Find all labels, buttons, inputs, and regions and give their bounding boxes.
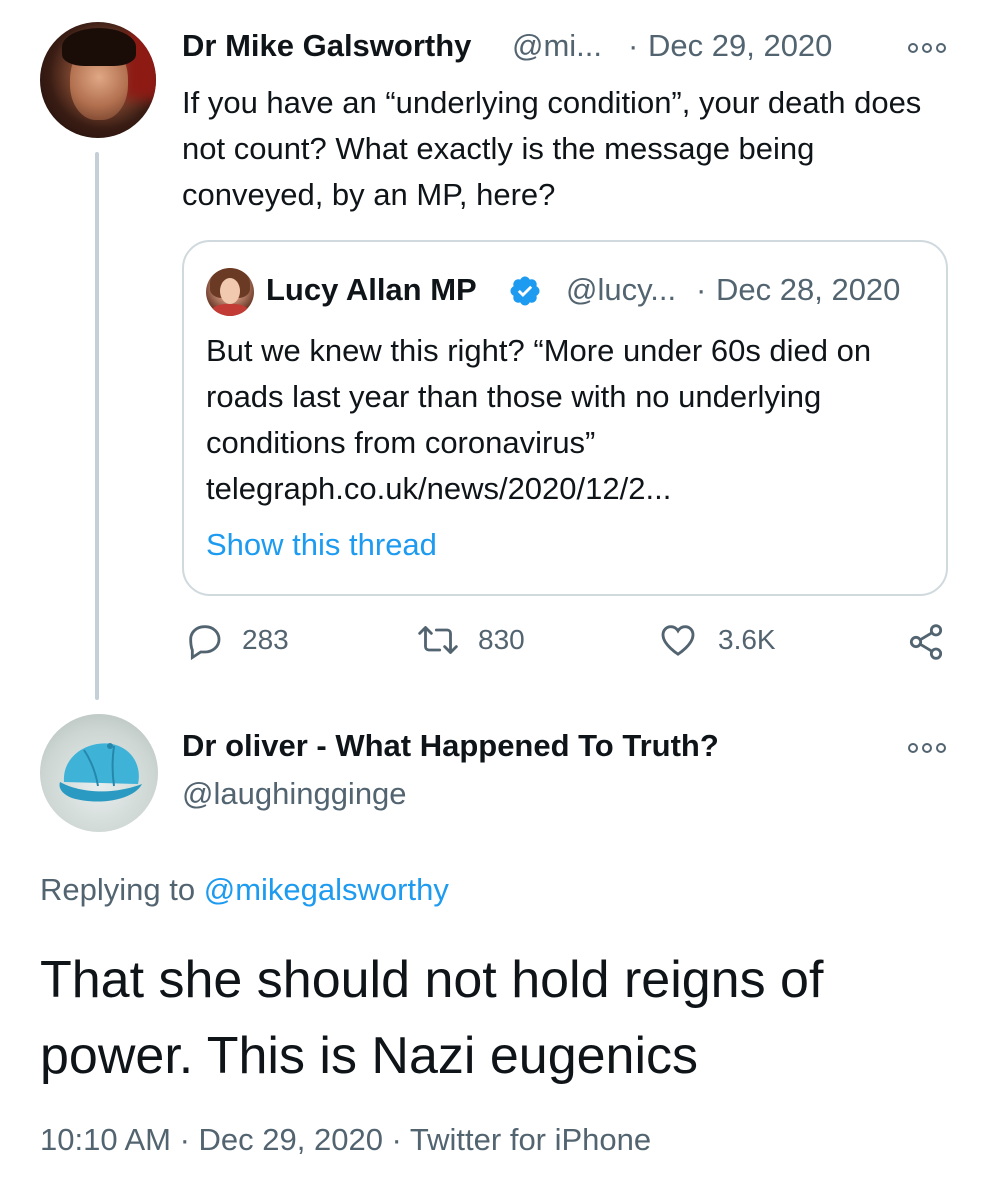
quoted-author-handle: @lucy...: [566, 272, 677, 307]
quoted-tweet-date: Dec 28, 2020: [716, 272, 901, 307]
share-button[interactable]: [906, 622, 946, 662]
like-button[interactable]: 3.6K: [656, 620, 776, 660]
reply-author-name[interactable]: Dr oliver - What Happened To Truth?: [182, 728, 719, 764]
replying-to-mention[interactable]: @mikegalsworthy: [204, 872, 449, 907]
avatar-mike-galsworthy[interactable]: [40, 22, 156, 138]
reply-count: 283: [242, 624, 289, 655]
like-count: 3.6K: [718, 624, 776, 655]
like-icon: [661, 625, 695, 656]
parent-tweet-date[interactable]: Dec 29, 2020: [648, 28, 832, 64]
separator-dot: ·: [628, 28, 639, 63]
reply-icon: [189, 625, 221, 660]
quoted-tweet-text: But we knew this right? “More under 60s …: [206, 333, 872, 506]
parent-author-name[interactable]: Dr Mike Galsworthy: [182, 28, 471, 64]
replying-to-label: Replying to: [40, 872, 196, 907]
verified-badge-icon: [510, 276, 540, 306]
quoted-author-name: Lucy Allan MP: [266, 272, 477, 307]
separator-dot: ·: [696, 272, 707, 307]
replying-to-line: Replying to @mikegalsworthy: [40, 872, 449, 908]
more-icon[interactable]: [908, 42, 948, 54]
more-icon[interactable]: [908, 742, 948, 754]
parent-author-handle[interactable]: @mi...: [512, 28, 602, 64]
show-thread-link[interactable]: Show this thread: [206, 527, 437, 563]
retweet-button[interactable]: 830: [416, 620, 525, 660]
share-icon: [909, 624, 943, 660]
blue-cap-icon: [59, 743, 142, 802]
reply-author-handle[interactable]: @laughingginge: [182, 776, 407, 812]
parent-tweet-text: If you have an “underlying condition”, y…: [182, 85, 922, 212]
avatar-dr-oliver[interactable]: [40, 714, 158, 832]
tweet-timestamp[interactable]: 10:10 AM · Dec 29, 2020 · Twitter for iP…: [40, 1122, 651, 1158]
avatar-lucy-allan: [206, 268, 254, 316]
reply-tweet-text: That she should not hold reigns of power…: [40, 951, 824, 1085]
retweet-count: 830: [478, 624, 525, 655]
thread-connector-line: [95, 152, 99, 700]
reply-button[interactable]: 283: [184, 620, 289, 660]
retweet-icon: [418, 626, 458, 654]
